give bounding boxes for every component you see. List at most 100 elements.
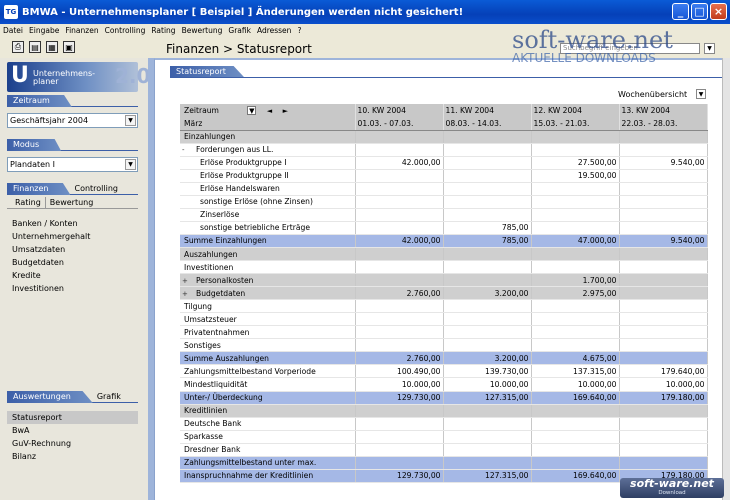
value-cell[interactable] [355, 260, 444, 275]
value-cell[interactable] [531, 208, 620, 222]
value-cell[interactable] [355, 338, 444, 353]
menu-adressen[interactable]: Adressen [257, 26, 291, 35]
value-cell[interactable] [619, 351, 708, 366]
value-cell[interactable] [443, 156, 532, 170]
value-cell[interactable] [355, 456, 444, 470]
value-cell[interactable] [531, 221, 620, 235]
value-cell[interactable] [531, 312, 620, 327]
value-cell[interactable] [443, 208, 532, 222]
value-cell[interactable]: 137.315,00 [531, 364, 620, 379]
value-cell[interactable] [619, 143, 708, 157]
value-cell[interactable] [619, 247, 708, 262]
nav-item-kredite[interactable]: Kredite [7, 269, 138, 282]
value-cell[interactable] [355, 273, 444, 288]
search-input[interactable]: Suchbegriff eingeben [560, 43, 700, 54]
value-cell[interactable] [355, 299, 444, 314]
value-cell[interactable] [531, 338, 620, 353]
chevron-down-icon[interactable]: ▼ [696, 89, 706, 99]
value-cell[interactable]: 127.315,00 [443, 391, 532, 405]
value-cell[interactable] [619, 273, 708, 288]
value-cell[interactable] [531, 404, 620, 418]
value-cell[interactable] [531, 430, 620, 444]
value-cell[interactable] [531, 130, 620, 144]
value-cell[interactable]: 785,00 [443, 221, 532, 235]
value-cell[interactable] [443, 299, 532, 314]
value-cell[interactable]: 3.200,00 [443, 351, 532, 366]
disk-icon[interactable]: ▦ [46, 41, 58, 53]
value-cell[interactable]: 9.540,00 [619, 156, 708, 170]
value-cell[interactable]: 10.000,00 [619, 377, 708, 392]
value-cell[interactable] [355, 169, 444, 183]
view-select[interactable]: Wochenübersicht ▼ [614, 88, 706, 101]
value-cell[interactable] [619, 195, 708, 209]
expand-icon[interactable]: + [182, 290, 190, 298]
chevron-down-icon[interactable]: ▼ [125, 115, 136, 126]
value-cell[interactable]: 2.760,00 [355, 351, 444, 366]
value-cell[interactable] [355, 130, 444, 144]
value-cell[interactable]: 785,00 [443, 234, 532, 249]
value-cell[interactable] [355, 430, 444, 444]
value-cell[interactable]: 42.000,00 [355, 234, 444, 249]
value-cell[interactable]: 27.500,00 [531, 156, 620, 170]
value-cell[interactable]: 19.500,00 [531, 169, 620, 183]
value-cell[interactable]: 129.730,00 [355, 391, 444, 405]
nav-item-umsatzdaten[interactable]: Umsatzdaten [7, 243, 138, 256]
value-cell[interactable]: 3.200,00 [443, 286, 532, 301]
vertical-scrollbar[interactable] [722, 58, 730, 500]
value-cell[interactable]: 179.640,00 [619, 364, 708, 379]
value-cell[interactable]: 169.640,00 [531, 391, 620, 405]
tab-bewertung[interactable]: Bewertung [44, 197, 98, 209]
value-cell[interactable] [355, 143, 444, 157]
collapse-icon[interactable]: - [182, 146, 190, 154]
value-cell[interactable] [355, 443, 444, 457]
value-cell[interactable] [355, 247, 444, 262]
next-period-icon[interactable]: ► [283, 107, 288, 115]
value-cell[interactable] [355, 312, 444, 327]
tab-controlling[interactable]: Controlling [70, 183, 122, 195]
menu-datei[interactable]: Datei [3, 26, 23, 35]
value-cell[interactable] [619, 404, 708, 418]
tab-rating[interactable]: Rating [7, 197, 45, 209]
value-cell[interactable] [619, 130, 708, 144]
modus-select[interactable]: Plandaten I ▼ [7, 157, 138, 172]
period-dropdown-icon[interactable]: ▼ [247, 106, 257, 116]
value-cell[interactable] [619, 312, 708, 327]
value-cell[interactable] [619, 260, 708, 275]
menu-controlling[interactable]: Controlling [105, 26, 146, 35]
value-cell[interactable] [531, 417, 620, 431]
value-cell[interactable] [355, 417, 444, 431]
prev-period-icon[interactable]: ◄ [267, 107, 272, 115]
minimize-button[interactable]: _ [672, 3, 689, 20]
value-cell[interactable]: 179.180,00 [619, 391, 708, 405]
value-cell[interactable]: 2.760,00 [355, 286, 444, 301]
value-cell[interactable]: 169.640,00 [531, 469, 620, 483]
menu-help[interactable]: ? [297, 26, 301, 35]
value-cell[interactable]: 10.000,00 [355, 377, 444, 392]
menu-eingabe[interactable]: Eingabe [29, 26, 59, 35]
save-icon[interactable]: ▤ [29, 41, 41, 53]
chevron-down-icon[interactable]: ▼ [125, 159, 136, 170]
value-cell[interactable] [619, 221, 708, 235]
value-cell[interactable] [619, 430, 708, 444]
value-cell[interactable] [355, 182, 444, 196]
value-cell[interactable] [619, 182, 708, 196]
value-cell[interactable]: 1.700,00 [531, 273, 620, 288]
nav-item-budgetdaten[interactable]: Budgetdaten [7, 256, 138, 269]
report-item-guv[interactable]: GuV-Rechnung [7, 437, 138, 450]
value-cell[interactable] [443, 182, 532, 196]
menu-finanzen[interactable]: Finanzen [65, 26, 98, 35]
value-cell[interactable] [443, 260, 532, 275]
value-cell[interactable]: 10.000,00 [443, 377, 532, 392]
value-cell[interactable]: 100.490,00 [355, 364, 444, 379]
value-cell[interactable] [355, 325, 444, 340]
menu-rating[interactable]: Rating [151, 26, 175, 35]
value-cell[interactable] [443, 130, 532, 144]
value-cell[interactable]: 139.730,00 [443, 364, 532, 379]
print-icon[interactable]: ⎙ [12, 41, 24, 53]
value-cell[interactable] [443, 312, 532, 327]
nav-item-banken[interactable]: Banken / Konten [7, 217, 138, 230]
value-cell[interactable] [531, 299, 620, 314]
menu-grafik[interactable]: Grafik [228, 26, 251, 35]
value-cell[interactable] [531, 247, 620, 262]
value-cell[interactable] [619, 208, 708, 222]
